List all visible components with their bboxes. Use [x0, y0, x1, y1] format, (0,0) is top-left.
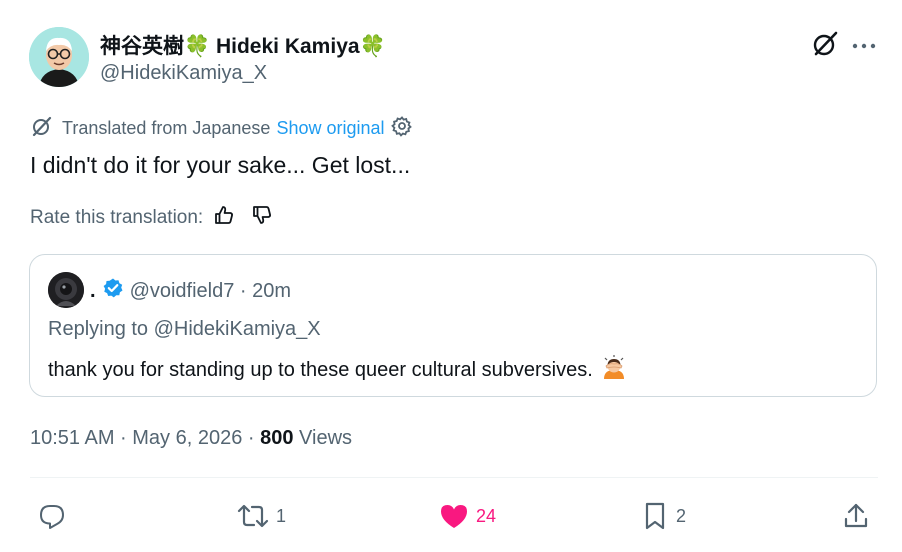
repost-count: 1 — [276, 505, 287, 526]
facepalm-emoji-icon — [601, 354, 627, 386]
rate-translation-row: Rate this translation: — [30, 205, 273, 231]
translate-icon — [31, 115, 53, 142]
quoted-display-name[interactable]: . — [90, 280, 96, 303]
author-handle[interactable]: @HidekiKamiya_X — [100, 62, 267, 85]
views-label: Views — [293, 427, 353, 449]
verified-badge-icon — [102, 277, 124, 305]
like-button[interactable]: 24 — [438, 500, 496, 532]
reply-button[interactable] — [37, 500, 73, 532]
grok-icon[interactable] — [811, 30, 839, 58]
quoted-author-avatar[interactable] — [48, 272, 84, 308]
quoted-handle-time[interactable]: @voidfield7 · 20m — [130, 280, 291, 303]
thumbs-down-icon[interactable] — [251, 204, 273, 232]
repost-button[interactable]: 1 — [236, 500, 286, 532]
repost-icon — [236, 501, 270, 531]
tweet-text: I didn't do it for your sake... Get lost… — [30, 152, 411, 178]
show-original-link[interactable]: Show original — [276, 118, 384, 139]
reply-icon — [37, 501, 67, 531]
bookmark-count: 2 — [676, 505, 687, 526]
views-count: 800 — [260, 427, 294, 449]
quoted-text-row: thank you for standing up to these queer… — [48, 354, 627, 386]
like-count: 24 — [476, 505, 497, 526]
bookmark-button[interactable]: 2 — [640, 500, 686, 532]
tweet-timestamp[interactable]: 10:51 AM · May 6, 2026 · — [30, 427, 260, 449]
share-button[interactable] — [841, 500, 871, 532]
divider — [30, 477, 878, 478]
settings-gear-icon[interactable] — [390, 115, 413, 142]
author-display-name[interactable]: 神谷英樹🍀 Hideki Kamiya🍀 — [100, 30, 386, 60]
quoted-replying-to[interactable]: Replying to @HidekiKamiya_X — [48, 318, 321, 341]
heart-icon — [438, 501, 470, 531]
rate-translation-label: Rate this translation: — [30, 207, 204, 228]
quoted-tweet-text: thank you for standing up to these queer… — [48, 358, 593, 381]
author-avatar[interactable] — [29, 27, 89, 87]
tweet-meta: 10:51 AM · May 6, 2026 · 800 Views — [30, 427, 352, 450]
bookmark-icon — [640, 501, 670, 531]
quoted-author-row: . @voidfield7 · 20m — [90, 278, 291, 304]
more-icon[interactable] — [851, 38, 877, 49]
thumbs-up-icon[interactable] — [213, 204, 235, 232]
share-icon — [841, 501, 871, 531]
translation-notice: Translated from Japanese — [62, 117, 271, 138]
translation-notice-row: Translated from Japanese Show original — [31, 115, 413, 142]
